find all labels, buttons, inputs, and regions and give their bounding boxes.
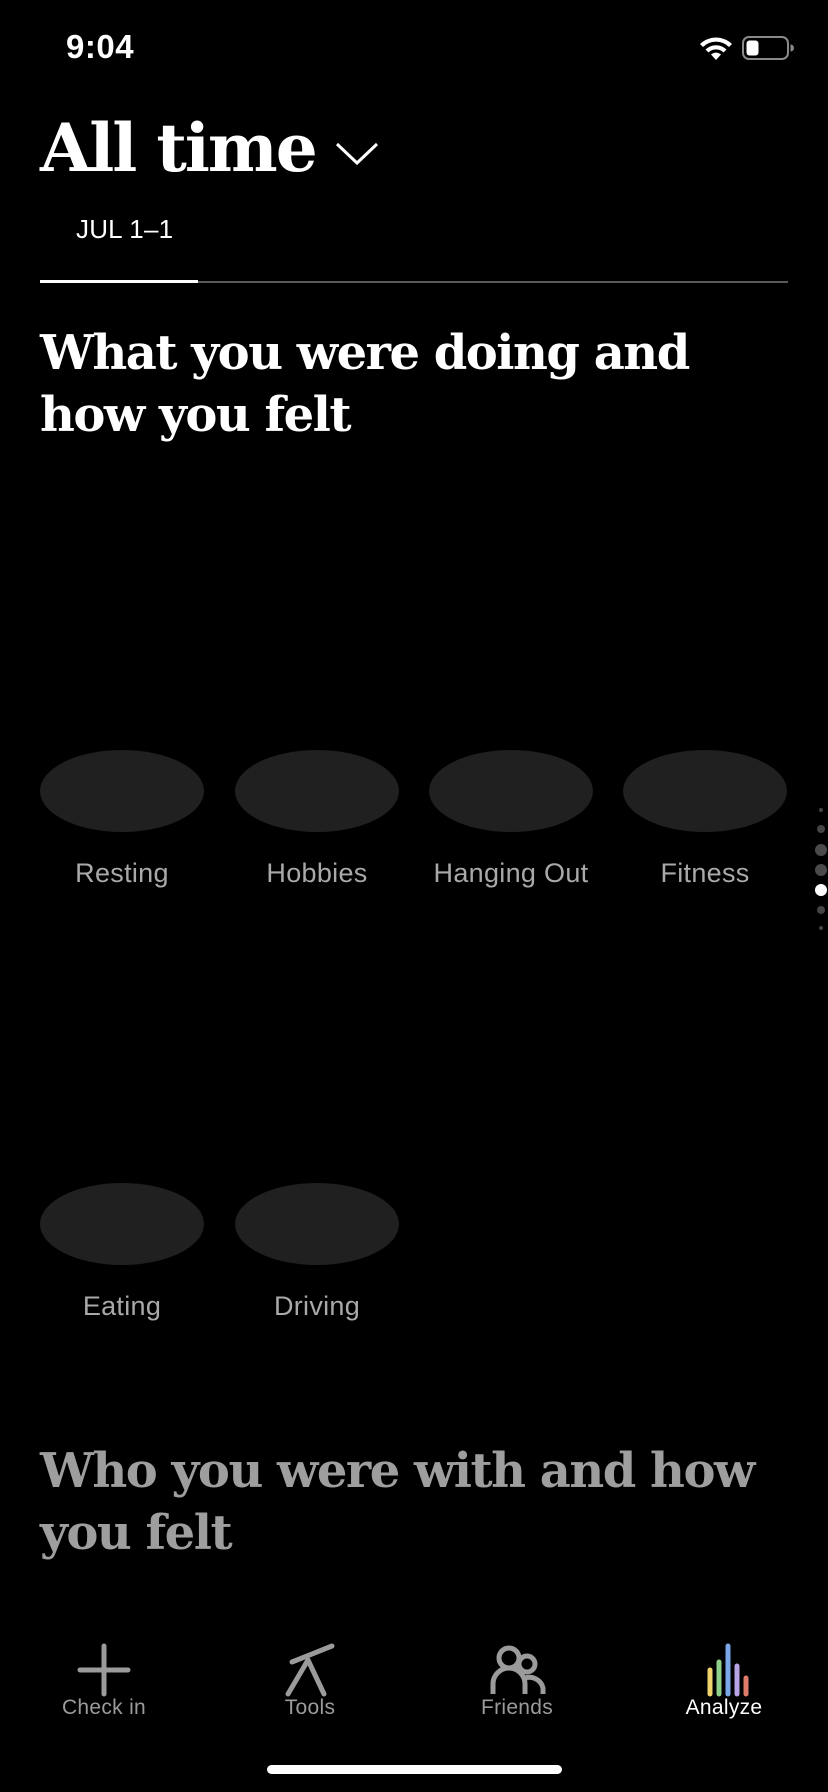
friends-icon: [490, 1645, 546, 1694]
activity-label: Driving: [273, 1291, 361, 1321]
tab-analyze[interactable]: Analyze: [644, 1620, 804, 1730]
activity-driving[interactable]: Driving: [234, 1183, 400, 1322]
activity-hanging-out[interactable]: Hanging Out: [428, 750, 594, 889]
activity-label: Hanging Out: [433, 858, 589, 888]
tab-label: Analyze: [685, 1696, 763, 1719]
battery-icon: [742, 36, 794, 60]
time-range-selector[interactable]: All time: [40, 108, 380, 188]
tab-label: Friends: [480, 1696, 554, 1719]
home-indicator[interactable]: [267, 1765, 562, 1774]
page-title: All time: [40, 109, 318, 187]
date-range-label[interactable]: JUL 1–1: [76, 214, 173, 245]
activity-oval: [429, 750, 593, 832]
tools-icon: [285, 1643, 335, 1697]
tab-label: Check in: [61, 1696, 147, 1719]
status-time: 9:04: [66, 28, 135, 65]
range-track-active: [40, 280, 198, 283]
page-indicator[interactable]: [812, 800, 828, 940]
activity-fitness[interactable]: Fitness: [622, 750, 788, 889]
wifi-icon: [700, 37, 732, 60]
activity-oval: [235, 1183, 399, 1265]
activity-oval: [623, 750, 787, 832]
tab-label: Tools: [284, 1696, 336, 1719]
activity-oval: [40, 1183, 204, 1265]
analyze-icon: [707, 1643, 749, 1697]
activity-oval: [40, 750, 204, 832]
section-heading-doing: What you were doing and how you felt: [40, 325, 690, 443]
activity-resting[interactable]: Resting: [39, 750, 205, 889]
activity-eating[interactable]: Eating: [39, 1183, 205, 1322]
activity-label: Hobbies: [266, 858, 368, 888]
status-bar: 9:04: [0, 0, 828, 100]
plus-icon: [77, 1643, 131, 1697]
activity-label: Fitness: [660, 858, 750, 888]
tab-check-in[interactable]: Check in: [24, 1620, 184, 1730]
activity-label: Eating: [82, 1291, 162, 1321]
activity-hobbies[interactable]: Hobbies: [234, 750, 400, 889]
chevron-down-icon: [335, 142, 378, 166]
section-heading-with: Who you were with and how you felt: [40, 1443, 755, 1561]
tab-tools[interactable]: Tools: [230, 1620, 390, 1730]
activity-oval: [235, 750, 399, 832]
tab-friends[interactable]: Friends: [437, 1620, 597, 1730]
activity-label: Resting: [75, 858, 169, 888]
tab-bar: Check in Tools Friends Analyze: [0, 1620, 828, 1730]
